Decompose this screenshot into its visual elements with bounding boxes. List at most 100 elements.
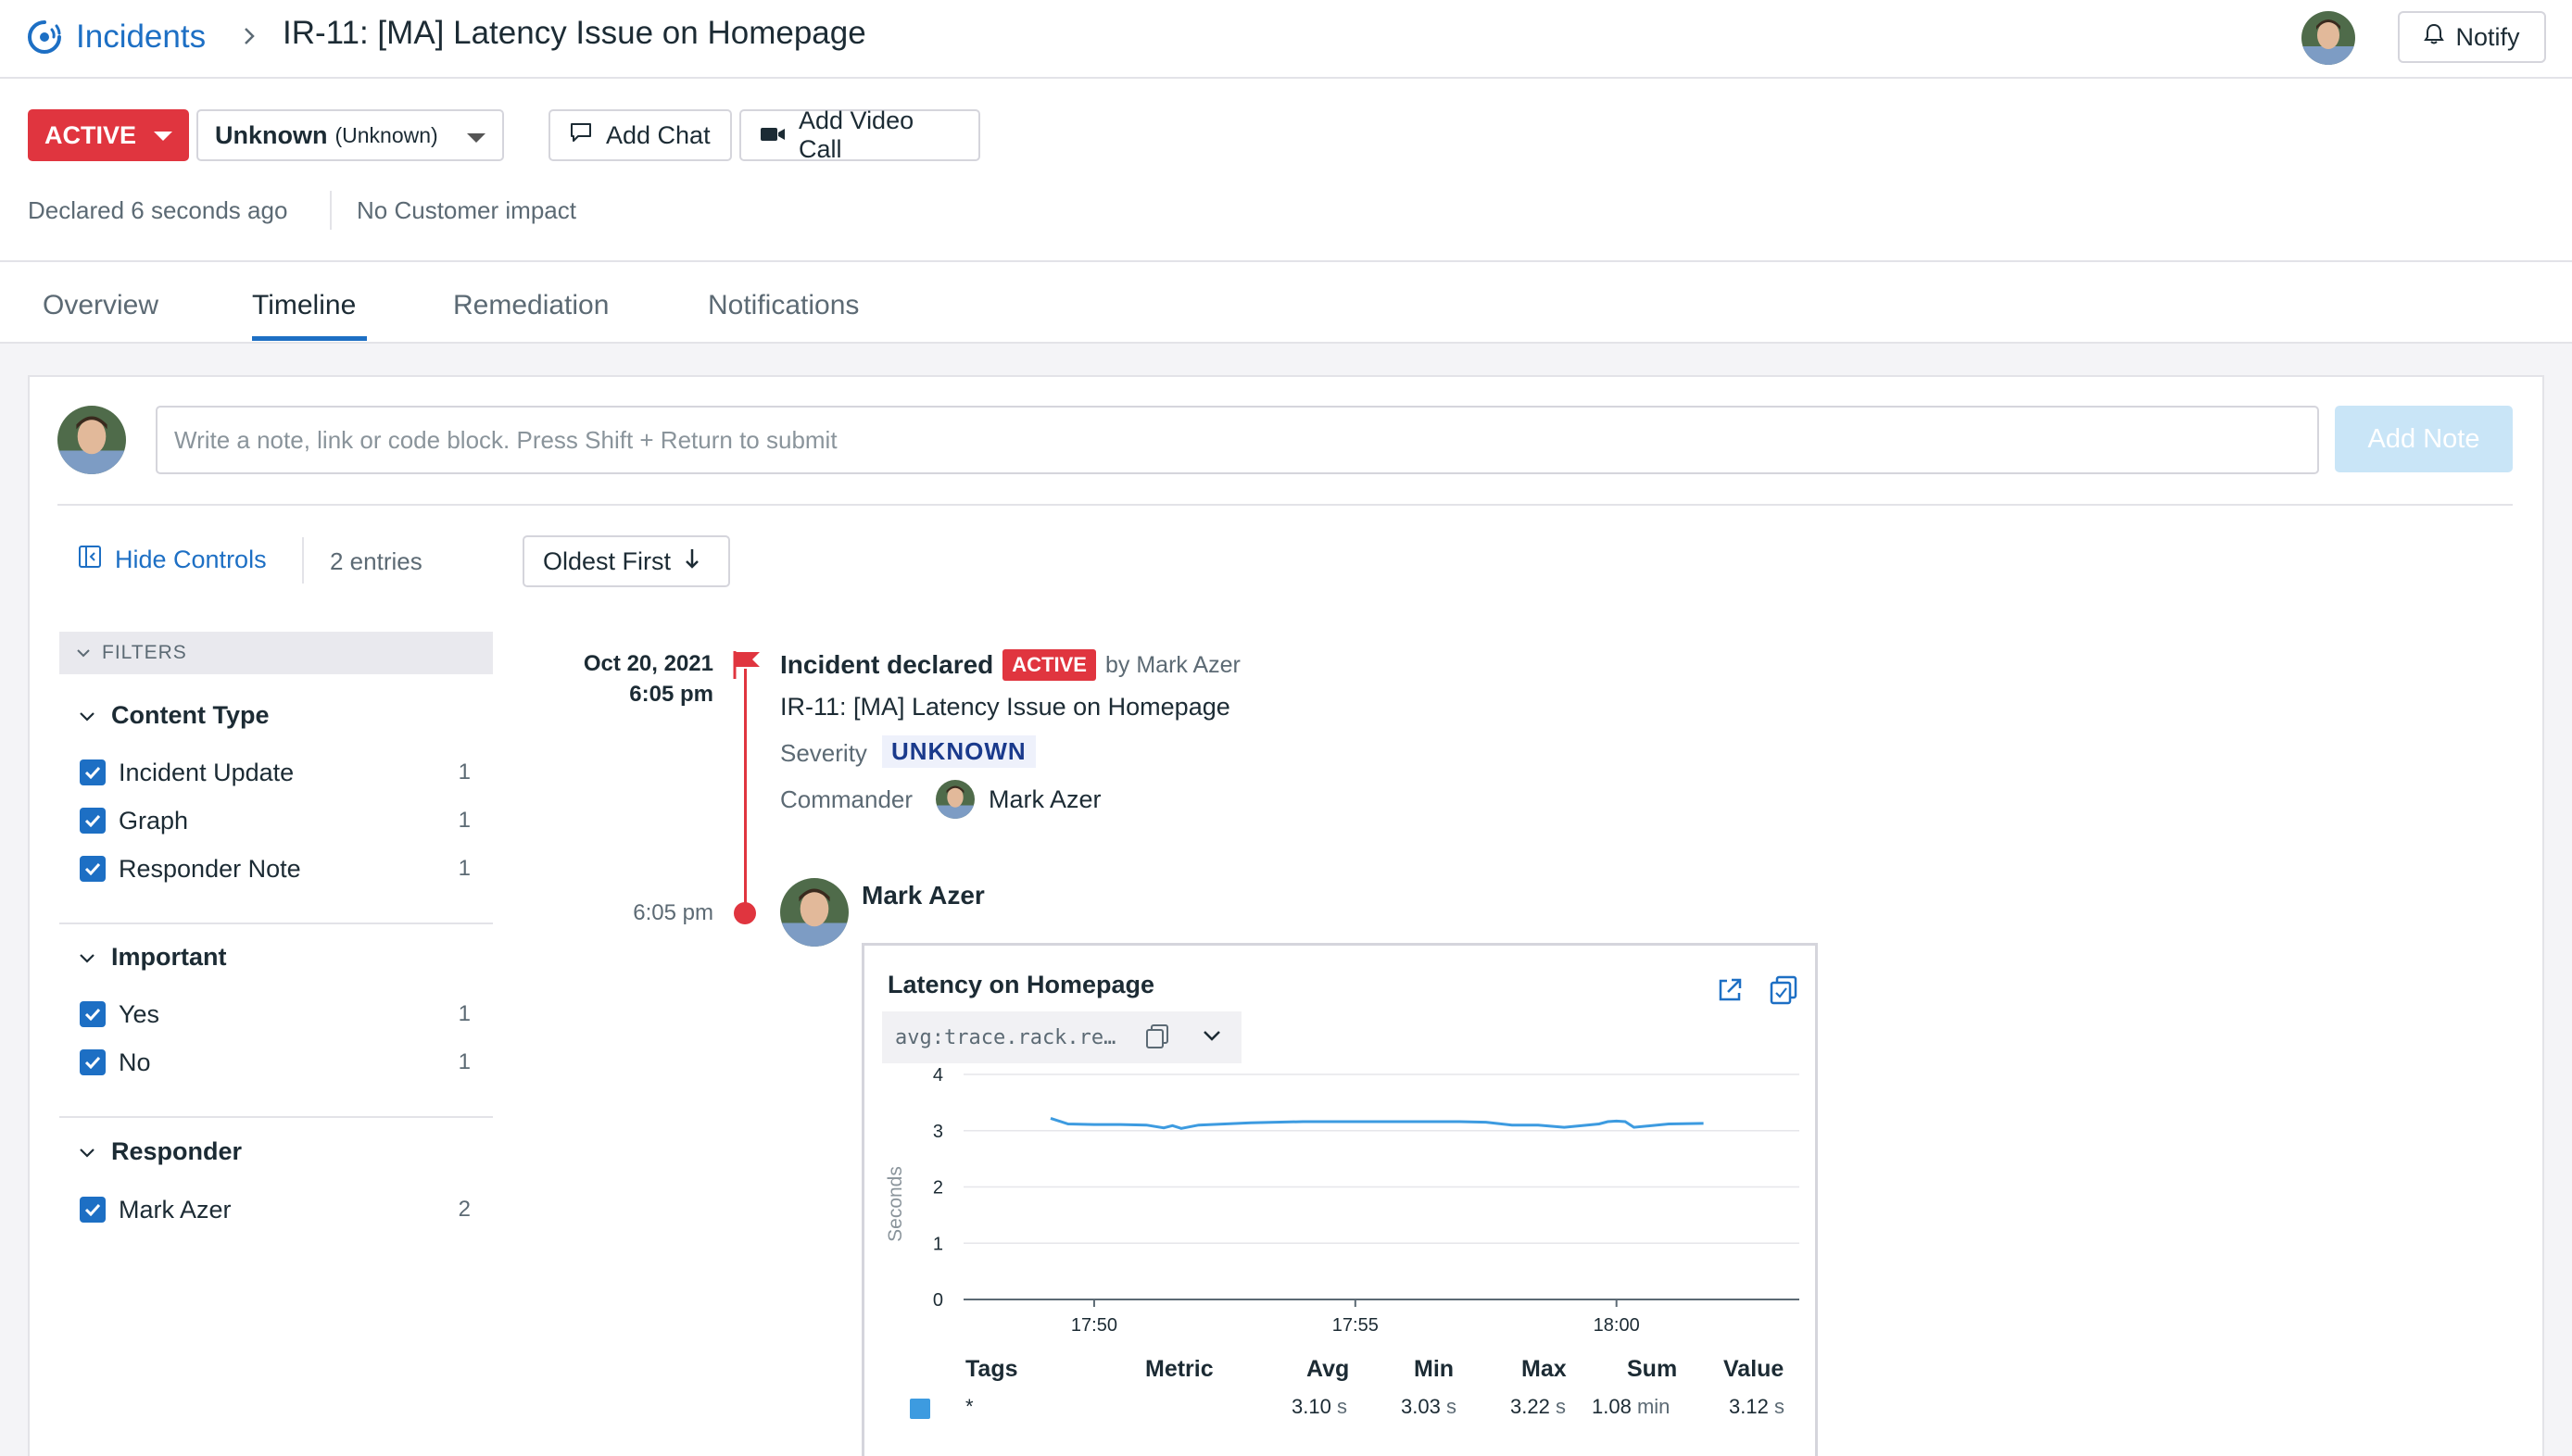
active-tab-indicator [252,336,367,341]
cell-sum-value: 1.08 [1592,1395,1632,1418]
column-header-avg: Avg [1306,1356,1350,1382]
checkbox-checked-icon[interactable] [80,808,106,834]
filter-important-yes[interactable]: Yes 1 [80,996,478,1033]
filter-label: Yes [119,999,160,1028]
meta-divider [330,191,332,230]
cell-avg-value: 3.10 [1292,1395,1331,1418]
collapse-panel-icon [78,545,102,575]
copy-query-icon[interactable] [1143,1023,1171,1055]
filter-group-title: Responder [111,1137,243,1165]
cell-sum: 1.08 min [1592,1395,1670,1419]
cell-avg-unit: s [1336,1395,1347,1418]
note-input[interactable] [156,406,2319,474]
cell-tag: * [965,1395,974,1418]
filter-label: No [119,1048,151,1076]
column-header-metric: Metric [1145,1356,1214,1382]
copy-icon[interactable] [1768,974,1799,1010]
page-title: IR-11: [MA] Latency Issue on Homepage [283,15,866,51]
status-label: ACTIVE [44,120,137,149]
tab-remediation[interactable]: Remediation [453,290,609,321]
column-header-value: Value [1723,1356,1784,1382]
cell-sum-unit: min [1636,1395,1671,1418]
tab-overview[interactable]: Overview [43,290,158,321]
checkbox-checked-icon[interactable] [80,856,106,882]
add-note-button[interactable]: Add Note [2335,406,2513,472]
cell-min: 3.03 s [1401,1395,1456,1419]
divider [57,504,2513,506]
user-avatar[interactable] [2301,11,2355,65]
filter-responder-note[interactable]: Responder Note 1 [80,850,478,887]
filter-graph[interactable]: Graph 1 [80,802,478,839]
divider [59,1116,493,1118]
filter-label: Graph [119,806,189,835]
series-color-swatch [910,1399,930,1419]
chevron-right-icon [243,22,258,55]
filter-group-content-type[interactable]: Content Type [78,701,270,730]
event-incident-name: IR-11: [MA] Latency Issue on Homepage [780,693,1230,721]
filter-count: 1 [458,808,471,833]
hide-controls-button[interactable]: Hide Controls [78,545,267,575]
graph-title: Latency on Homepage [888,971,1155,998]
filter-incident-update[interactable]: Incident Update 1 [80,754,478,791]
timeline-dot [734,902,756,924]
checkbox-checked-icon[interactable] [80,1001,106,1027]
filter-important-no[interactable]: No 1 [80,1044,478,1081]
y-tick-label: 2 [933,1178,943,1199]
divider [302,537,304,584]
commander-name[interactable]: Mark Azer [989,785,1102,814]
y-tick-label: 3 [933,1122,943,1142]
x-tick-label: 18:00 [1594,1315,1640,1336]
cell-value-unit: s [1773,1395,1784,1418]
filters-header[interactable]: FILTERS [59,632,493,674]
checkbox-checked-icon[interactable] [80,759,106,785]
sort-order-button[interactable]: Oldest First [523,535,730,587]
event-author: by Mark Azer [1104,651,1241,678]
cell-max-value: 3.22 [1510,1395,1550,1418]
cell-max: 3.22 s [1510,1395,1566,1419]
column-header-tags: Tags [965,1356,1018,1382]
arrow-down-icon [684,546,700,577]
tab-timeline[interactable]: Timeline [252,290,356,321]
status-dropdown[interactable]: ACTIVE [28,109,189,161]
severity-label: Severity [780,739,867,767]
chevron-down-icon [78,1137,96,1166]
filter-group-important[interactable]: Important [78,943,227,972]
checkbox-checked-icon[interactable] [80,1049,106,1075]
add-chat-button[interactable]: Add Chat [548,109,732,161]
y-axis-label: Seconds [885,1166,906,1242]
flag-icon [730,648,763,686]
divider [59,923,493,924]
timeline-line [744,669,747,913]
open-external-icon[interactable] [1716,976,1744,1009]
x-tick-label: 17:50 [1071,1315,1117,1336]
severity-sub: (Unknown) [334,122,438,147]
tab-notifications[interactable]: Notifications [708,290,859,321]
filter-responder-mark-azer[interactable]: Mark Azer 2 [80,1191,478,1228]
severity-dropdown[interactable]: Unknown (Unknown) [196,109,504,161]
add-video-call-label: Add Video Call [799,107,914,163]
notify-label: Notify [2455,22,2520,51]
add-video-call-button[interactable]: Add Video Call [739,107,980,163]
caret-down-icon [467,133,485,143]
severity-badge: UNKNOWN [882,735,1036,768]
query-selector[interactable]: avg:trace.rack.re… [882,1011,1242,1063]
filter-count: 2 [458,1197,471,1222]
filter-label: Responder Note [119,854,301,883]
incidents-breadcrumb-link[interactable]: Incidents [26,17,206,57]
event-time: 6:05 pm [629,682,713,707]
filter-count: 1 [458,856,471,881]
column-header-sum: Sum [1627,1356,1678,1382]
incidents-label[interactable]: Incidents [76,19,206,56]
checkbox-checked-icon[interactable] [80,1197,106,1223]
filter-group-title: Content Type [111,701,270,729]
filter-group-responder[interactable]: Responder [78,1137,242,1166]
chevron-down-icon [76,642,91,664]
cell-value-value: 3.12 [1729,1395,1769,1418]
x-tick-label: 17:55 [1332,1315,1379,1336]
tab-bar: Overview Timeline Remediation Notificati… [0,262,2572,344]
notify-button[interactable]: Notify [2398,11,2546,63]
sort-label: Oldest First [543,546,672,575]
chevron-down-icon[interactable] [1201,1024,1223,1051]
y-tick-label: 0 [933,1290,943,1311]
cell-min-value: 3.03 [1401,1395,1441,1418]
